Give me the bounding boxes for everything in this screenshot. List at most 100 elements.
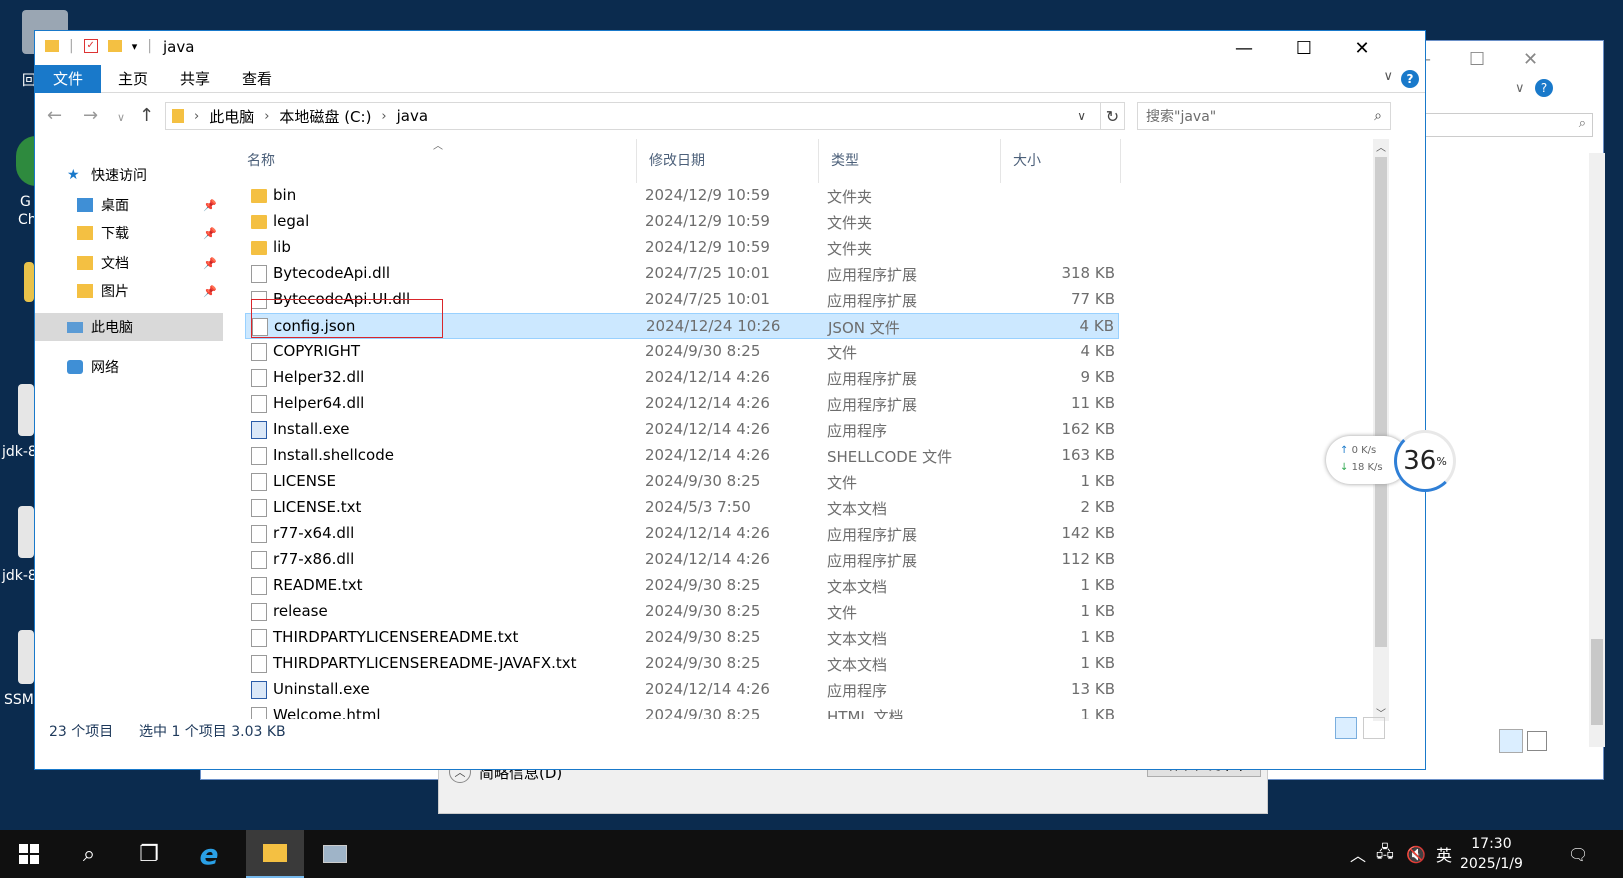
desktop-icon-folder[interactable] xyxy=(24,262,34,302)
desktop-icon-jdk-2[interactable] xyxy=(18,506,34,558)
large-icons-view-icon[interactable] xyxy=(1363,717,1385,739)
file-file-icon xyxy=(251,499,267,517)
search-placeholder: 搜索"java" xyxy=(1146,109,1217,125)
refresh-icon[interactable]: ↻ xyxy=(1101,102,1125,130)
tab-home[interactable]: 主页 xyxy=(113,65,153,93)
expand-ribbon-icon[interactable]: ∨ xyxy=(1383,69,1393,84)
recent-locations-icon[interactable]: ∨ xyxy=(117,111,125,124)
volume-muted-icon[interactable]: 🔇 xyxy=(1406,830,1426,878)
file-row[interactable]: README.txt 2024/9/30 8:25 文本文档 1 KB xyxy=(245,573,1119,599)
file-list: 名称 ︿ 修改日期 类型 大小 bin 2024/12/9 10:59 文件夹 leg… xyxy=(235,139,1373,719)
file-row[interactable]: BytecodeApi.dll 2024/7/25 10:01 应用程序扩展 318 … xyxy=(245,261,1119,287)
scroll-up-icon[interactable]: ︿ xyxy=(1373,139,1389,155)
breadcrumb-sep-icon[interactable]: › xyxy=(264,109,269,124)
bg-scrollbar[interactable] xyxy=(1589,153,1605,747)
desktop-label-ssm: SSM xyxy=(4,692,34,708)
breadcrumb-this-pc[interactable]: 此电脑 xyxy=(209,106,254,127)
nav-network[interactable]: 网络 xyxy=(35,353,223,381)
forward-icon[interactable]: → xyxy=(83,105,98,126)
desktop-label-jdk-1: jdk-8 xyxy=(2,444,37,460)
file-type: 应用程序扩展 xyxy=(827,526,918,544)
nav-pictures[interactable]: 图片 📌 xyxy=(35,277,223,305)
minimize-button[interactable]: — xyxy=(1215,31,1273,65)
bg-close-icon[interactable]: ✕ xyxy=(1523,49,1538,70)
ime-indicator[interactable]: 英 xyxy=(1436,830,1452,878)
details-view-icon[interactable] xyxy=(1335,717,1357,739)
notification-icon[interactable]: 🗨 xyxy=(1568,830,1588,878)
task-manager-taskbar-icon[interactable] xyxy=(306,830,364,878)
tab-view[interactable]: 查看 xyxy=(237,65,277,93)
file-type: 应用程序 xyxy=(827,682,888,700)
tray-chevron-icon[interactable]: ︿ xyxy=(1350,830,1366,878)
network-tray-icon[interactable]: 🖧 xyxy=(1376,830,1394,878)
breadcrumb-local-disk[interactable]: 本地磁盘 (C:) xyxy=(279,106,371,127)
file-row[interactable]: lib 2024/12/9 10:59 文件夹 xyxy=(245,235,1119,261)
desktop-icon-ssm[interactable] xyxy=(18,630,34,684)
breadcrumb-java[interactable]: java xyxy=(397,107,428,125)
file-row[interactable]: Helper64.dll 2024/12/14 4:26 应用程序扩展 11 KB xyxy=(245,391,1119,417)
file-type: 文本文档 xyxy=(827,630,888,648)
nav-documents[interactable]: 文档 📌 xyxy=(35,249,223,277)
properties-icon[interactable]: ✓ xyxy=(83,39,98,53)
column-header-type[interactable]: 类型 xyxy=(819,139,1001,183)
desktop-icon-jdk-1[interactable] xyxy=(18,384,34,436)
help-icon[interactable]: ? xyxy=(1401,70,1419,88)
file-row[interactable]: r77-x86.dll 2024/12/14 4:26 应用程序扩展 112 KB xyxy=(245,547,1119,573)
file-row[interactable]: bin 2024/12/9 10:59 文件夹 xyxy=(245,183,1119,209)
bg-maximize-icon[interactable]: ☐ xyxy=(1469,49,1485,70)
file-row[interactable]: LICENSE 2024/9/30 8:25 文件 1 KB xyxy=(245,469,1119,495)
window-title: java xyxy=(163,38,195,56)
new-folder-icon[interactable] xyxy=(107,40,122,52)
file-row[interactable]: Install.shellcode 2024/12/14 4:26 SHELLCOD… xyxy=(245,443,1119,469)
file-row[interactable]: r77-x64.dll 2024/12/14 4:26 应用程序扩展 142 KB xyxy=(245,521,1119,547)
clock[interactable]: 17:30 2025/1/9 xyxy=(1460,834,1523,874)
address-bar[interactable]: › 此电脑 › 本地磁盘 (C:) › java ∨ xyxy=(165,102,1101,130)
nav-quick-access-label: 快速访问 xyxy=(91,168,147,184)
desktop-icon-chrome[interactable] xyxy=(16,136,36,186)
bg-help-icon[interactable]: ? xyxy=(1535,79,1553,97)
column-header-date[interactable]: 修改日期 xyxy=(637,139,819,183)
scroll-thumb[interactable] xyxy=(1375,157,1387,647)
file-row[interactable]: Install.exe 2024/12/14 4:26 应用程序 162 KB xyxy=(245,417,1119,443)
file-row[interactable]: LICENSE.txt 2024/5/3 7:50 文本文档 2 KB xyxy=(245,495,1119,521)
file-row[interactable]: legal 2024/12/9 10:59 文件夹 xyxy=(245,209,1119,235)
bg-scroll-thumb[interactable] xyxy=(1591,639,1603,725)
tab-file[interactable]: 文件 xyxy=(35,65,101,93)
windows-logo-icon xyxy=(19,844,39,864)
network-speed-widget[interactable]: ↑ 0 K/s ↓ 18 K/s 36% xyxy=(1326,430,1458,492)
back-icon[interactable]: ← xyxy=(47,105,62,126)
tab-share[interactable]: 共享 xyxy=(175,65,215,93)
nav-quick-access[interactable]: ★ 快速访问 xyxy=(35,161,223,189)
ribbon: 文件 主页 共享 查看 ∨ ? xyxy=(35,65,1425,93)
bg-view-details-icon[interactable] xyxy=(1499,729,1523,753)
close-button[interactable]: ✕ xyxy=(1333,31,1391,65)
maximize-button[interactable]: ☐ xyxy=(1275,31,1333,65)
nav-desktop[interactable]: 桌面 📌 xyxy=(35,191,223,219)
search-input[interactable]: 搜索"java" ⌕ xyxy=(1137,102,1391,130)
bg-chevron-icon[interactable]: ∨ xyxy=(1515,81,1525,96)
search-taskbar-icon[interactable]: ⌕ xyxy=(60,830,118,878)
file-row[interactable]: THIRDPARTYLICENSEREADME.txt 2024/9/30 8:2… xyxy=(245,625,1119,651)
file-row[interactable]: release 2024/9/30 8:25 文件 1 KB xyxy=(245,599,1119,625)
file-size: 9 KB xyxy=(1080,368,1115,386)
address-dropdown-icon[interactable]: ∨ xyxy=(1077,109,1086,123)
customize-qat-icon[interactable]: ▾ xyxy=(132,40,138,53)
folder-icon xyxy=(45,40,59,52)
breadcrumb-sep-icon[interactable]: › xyxy=(381,109,386,124)
file-explorer-taskbar-icon[interactable] xyxy=(246,830,304,878)
nav-this-pc[interactable]: 此电脑 xyxy=(35,313,223,341)
bg-view-tiles-icon[interactable] xyxy=(1527,731,1547,751)
file-row[interactable]: Welcome.html 2024/9/30 8:25 HTML 文档 1 KB xyxy=(245,703,1119,719)
file-row[interactable]: COPYRIGHT 2024/9/30 8:25 文件 4 KB xyxy=(245,339,1119,365)
file-row[interactable]: Helper32.dll 2024/12/14 4:26 应用程序扩展 9 KB xyxy=(245,365,1119,391)
internet-explorer-icon[interactable]: e xyxy=(180,830,238,878)
task-view-icon[interactable]: ❐ xyxy=(120,830,178,878)
pin-icon: 📌 xyxy=(203,284,217,298)
file-row[interactable]: THIRDPARTYLICENSEREADME-JAVAFX.txt 2024/9… xyxy=(245,651,1119,677)
nav-downloads[interactable]: 下载 📌 xyxy=(35,219,223,247)
column-header-size[interactable]: 大小 xyxy=(1001,139,1121,183)
file-row[interactable]: Uninstall.exe 2024/12/14 4:26 应用程序 13 KB xyxy=(245,677,1119,703)
breadcrumb-sep-icon[interactable]: › xyxy=(194,109,199,124)
start-button[interactable] xyxy=(0,830,58,878)
up-icon[interactable]: ↑ xyxy=(139,105,154,126)
